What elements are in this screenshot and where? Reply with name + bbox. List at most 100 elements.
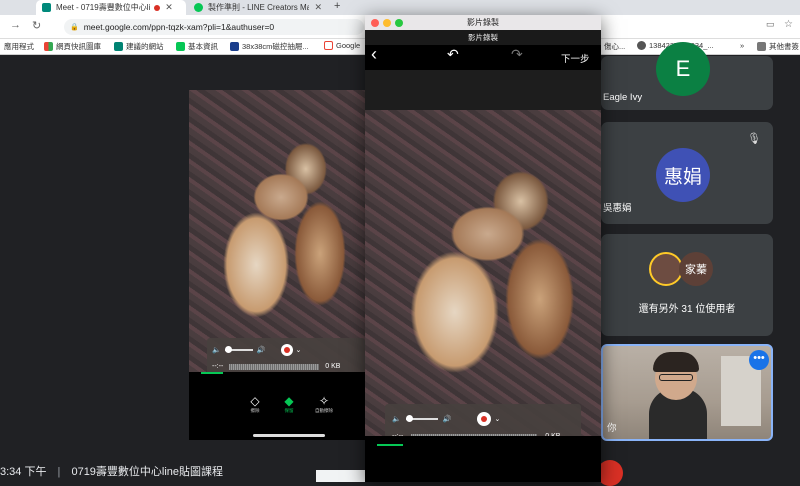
keep-tool[interactable]: ◆ 保留 [281,394,297,414]
tool-label: 保留 [284,408,294,413]
zoom-window-icon[interactable] [395,19,403,27]
meeting-info-bar: 3:34 下午 | 0719壽豐數位中心line貼圖課程 [0,463,223,479]
bookmark-drawer[interactable]: 38x38cm磁控抽屜... [230,41,309,52]
tab-title: Meet - 0719壽豐數位中心li [56,3,151,12]
meet-favicon-icon [42,3,51,12]
more-options-icon[interactable]: ••• [749,350,769,370]
elapsed-time: --:-- [212,363,224,370]
participant-name: Eagle Ivy [603,92,643,103]
person-hair [653,352,699,372]
lock-icon: 🔒 [70,24,79,31]
auto-erase-tool[interactable]: ✧ 自動擦除 [313,394,335,414]
self-view-tile[interactable]: ••• 你 [601,344,773,441]
bookmark-label: 傷心... [604,42,626,51]
h-icon [230,42,239,51]
close-tab-icon[interactable]: ✕ [314,2,322,13]
bookmark-label: 其他書簽 [769,42,799,51]
keep-icon: ◆ [284,394,294,408]
file-size: 0 KB [325,363,341,370]
cast-icon[interactable]: ▭ [766,19,775,30]
avatar: E [656,42,710,96]
bookmark-label: Google [336,41,361,50]
bookmark-label: 網頁快訊圖庫 [56,42,101,51]
close-tab-icon[interactable]: ✕ [165,2,173,13]
tool-label: 自動擦除 [315,408,333,413]
bookmark-label: » [740,41,745,50]
shared-screen-left: 🔈 🔊 ⌄ --:-- 0 KB ◇ 擦除 ◆ 保留 ✧ 自動擦除 [189,90,366,440]
participants-others-tile[interactable]: 家蓁 還有另外 31 位使用者 [601,234,773,336]
bookmark-sad[interactable]: 傷心... [604,41,625,52]
separator: | [57,466,61,478]
bookmark-label: 38x38cm磁控抽屜... [242,42,309,51]
folder-icon [757,42,766,51]
line-icon [176,42,185,51]
recording-indicator-icon [154,4,161,11]
record-button[interactable] [281,344,294,356]
avatar: 惠娟 [656,148,710,202]
editor-toolbar: ◇ 擦除 ◆ 保留 ✧ 自動擦除 [189,372,366,440]
bookmark-apps[interactable]: 應用程式 [4,41,34,52]
meeting-title: 0719壽豐數位中心line貼圖課程 [71,466,224,478]
cat-photo-preview [365,110,601,436]
reload-icon[interactable]: ↻ [32,19,41,32]
cat-photo [189,90,366,372]
redo-button[interactable]: ↷ [511,46,523,63]
recorder-toolbar: ‹ ↶ ↷ 下一步 [365,44,601,70]
bookmark-web-slices[interactable]: 網頁快訊圖庫 [44,41,101,52]
globe-icon [637,41,646,50]
bookmark-basic-info[interactable]: 基本資訊 [176,41,218,52]
bookmark-star-icon[interactable]: ☆ [784,19,793,30]
level-meter [229,363,320,370]
address-bar[interactable]: 🔒 meet.google.com/ppn-tqzk-xam?pli=1&aut… [64,19,364,35]
owl-avatar-icon [649,252,683,286]
record-button[interactable] [477,412,492,426]
undo-button[interactable]: ↶ [447,46,459,63]
recorder-subtitle: 影片錄製 [365,30,601,45]
magic-wand-icon: ✧ [318,394,330,408]
participant-name: 吳惠娟 [603,203,632,214]
back-icon[interactable]: → [10,19,21,31]
close-window-icon[interactable] [371,19,379,27]
bookmark-label: 基本資訊 [188,42,218,51]
clock-time: 3:34 下午 [0,466,47,478]
bing-icon [114,42,123,51]
back-button[interactable]: ‹ [371,44,377,65]
line-favicon-icon [194,3,203,12]
glasses-icon [659,374,693,381]
volume-slider[interactable] [224,346,253,353]
participant-tile-eagle[interactable]: E Eagle Ivy [601,42,773,110]
bookmarks-overflow-button[interactable]: » [740,41,744,50]
volume-high-icon: 🔊 [256,347,266,354]
bookmark-suggested[interactable]: 建議的網站 [114,41,164,52]
bookmark-other[interactable]: 其他書簽 [757,41,799,52]
tool-label: 擦除 [250,408,260,413]
eraser-icon: ◇ [250,394,260,408]
slices-icon [44,42,53,51]
browser-tab-bar: Meet - 0719壽豐數位中心li ✕ 製作準則 - LINE Creato… [0,0,800,15]
avatar: 家蓁 [679,252,713,286]
google-icon [324,41,333,50]
next-step-button[interactable]: 下一步 [561,51,590,65]
volume-low-icon: 🔈 [392,416,401,423]
window-title: 影片錄製 [467,18,499,27]
bookmark-google[interactable]: Google [324,41,360,50]
new-tab-button[interactable]: + [334,0,340,12]
video-recorder-window: 影片錄製 影片錄製 ‹ ↶ ↷ 下一步 🔈 🔊 ⌄ --:-- 0 KB [365,15,601,482]
others-count-text: 還有另外 31 位使用者 [638,304,736,315]
bookmark-label: 建議的網站 [126,42,164,51]
mic-muted-icon: 🎙 [747,133,761,145]
tab-title: 製作準則 - LINE Creators Marke [208,3,310,12]
url-text: meet.google.com/ppn-tqzk-xam?pli=1&authu… [83,22,275,32]
minimize-window-icon[interactable] [383,19,391,27]
canvas-top [365,70,601,110]
volume-high-icon: 🔊 [442,416,452,423]
chevron-down-icon[interactable]: ⌄ [494,415,500,423]
eraser-tool[interactable]: ◇ 擦除 [247,394,263,414]
chevron-down-icon[interactable]: ⌄ [295,346,301,354]
tab-line-creators[interactable]: 製作準則 - LINE Creators Marke ✕ [188,0,328,15]
participant-tile-huijuan[interactable]: 惠娟 🎙 吳惠娟 [601,122,773,224]
bookmark-label: 應用程式 [4,42,34,51]
self-label: 你 [607,423,617,434]
tab-meet[interactable]: Meet - 0719壽豐數位中心li ✕ [36,0,186,15]
volume-slider[interactable] [405,415,438,422]
